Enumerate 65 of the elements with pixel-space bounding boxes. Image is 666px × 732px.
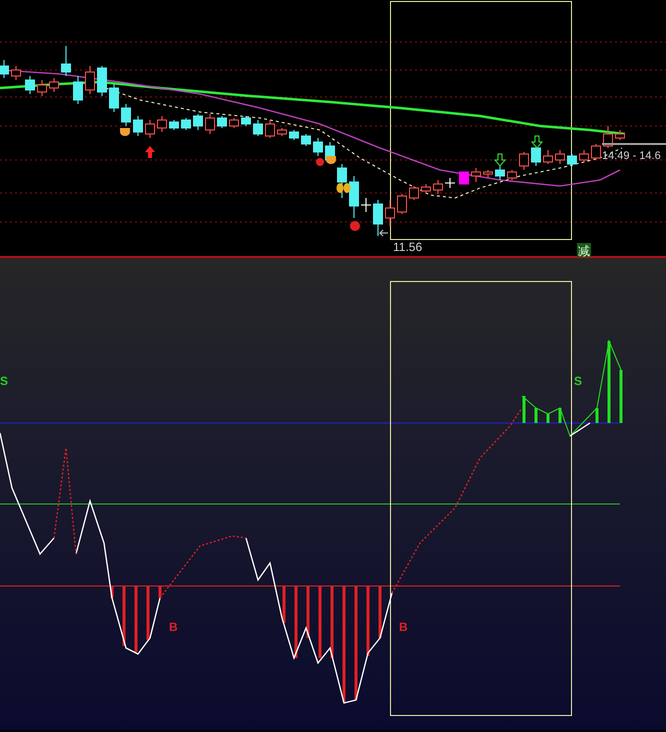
price-line (602, 143, 666, 145)
candlestick (421, 184, 431, 194)
candlestick (205, 114, 215, 134)
candlestick (507, 170, 517, 180)
signal-mark: 减 (577, 243, 591, 258)
ball-icon (350, 221, 360, 231)
candlestick (73, 76, 83, 104)
candlestick (121, 104, 131, 126)
candlestick (193, 114, 203, 130)
candlestick (591, 144, 601, 160)
candlestick (241, 116, 251, 126)
candlestick (265, 120, 275, 138)
candlestick (579, 150, 589, 162)
sell-signal-label: S (0, 374, 8, 388)
candlestick (217, 116, 227, 128)
butterfly-icon (336, 183, 350, 193)
down-arrow-icon (530, 136, 544, 149)
candlestick (277, 128, 287, 136)
candlestick (567, 154, 577, 166)
buy-signal-label: B (169, 620, 178, 634)
ball-icon (316, 158, 324, 166)
candlestick (301, 134, 311, 146)
candlestick (0, 60, 9, 78)
candlestick (181, 118, 191, 130)
candlestick (337, 164, 347, 198)
candlestick (555, 150, 565, 164)
buy-signal-label: B (399, 620, 408, 634)
candlestick (25, 76, 35, 94)
up-arrow-icon (145, 146, 155, 158)
candlestick (444, 178, 456, 188)
candlestick (409, 186, 419, 200)
candlestick (253, 120, 263, 136)
candlestick (385, 200, 395, 226)
candlestick (169, 120, 179, 130)
candlestick (543, 150, 553, 164)
sell-signal-label: S (574, 374, 582, 388)
candlestick (97, 66, 107, 96)
candlestick (531, 146, 541, 166)
candlestick (61, 46, 71, 76)
candlestick (519, 152, 529, 170)
candlestick (37, 80, 47, 96)
price-range-label: 14:49 - 14.6 (602, 150, 661, 162)
candlestick (49, 78, 59, 92)
candlestick (11, 66, 21, 80)
candlestick (459, 172, 469, 184)
candlestick (289, 130, 299, 140)
candlestick (145, 120, 155, 138)
low-price-label: 11.56 (393, 240, 422, 254)
candlestick (85, 66, 95, 94)
candlestick (157, 116, 167, 132)
candlestick (397, 194, 407, 214)
candlestick (471, 168, 481, 182)
low-marker-icon (378, 230, 388, 236)
candlestick (360, 198, 372, 212)
candlestick (433, 180, 443, 194)
candlestick (495, 166, 505, 180)
candlestick (133, 116, 143, 136)
candlestick (229, 118, 239, 128)
candlestick (483, 170, 493, 178)
down-arrow-icon (494, 154, 506, 167)
candlestick (313, 138, 323, 156)
candlestick (373, 200, 383, 236)
candlestick (109, 84, 119, 112)
candlestick (349, 176, 359, 218)
candlestick (615, 130, 625, 140)
